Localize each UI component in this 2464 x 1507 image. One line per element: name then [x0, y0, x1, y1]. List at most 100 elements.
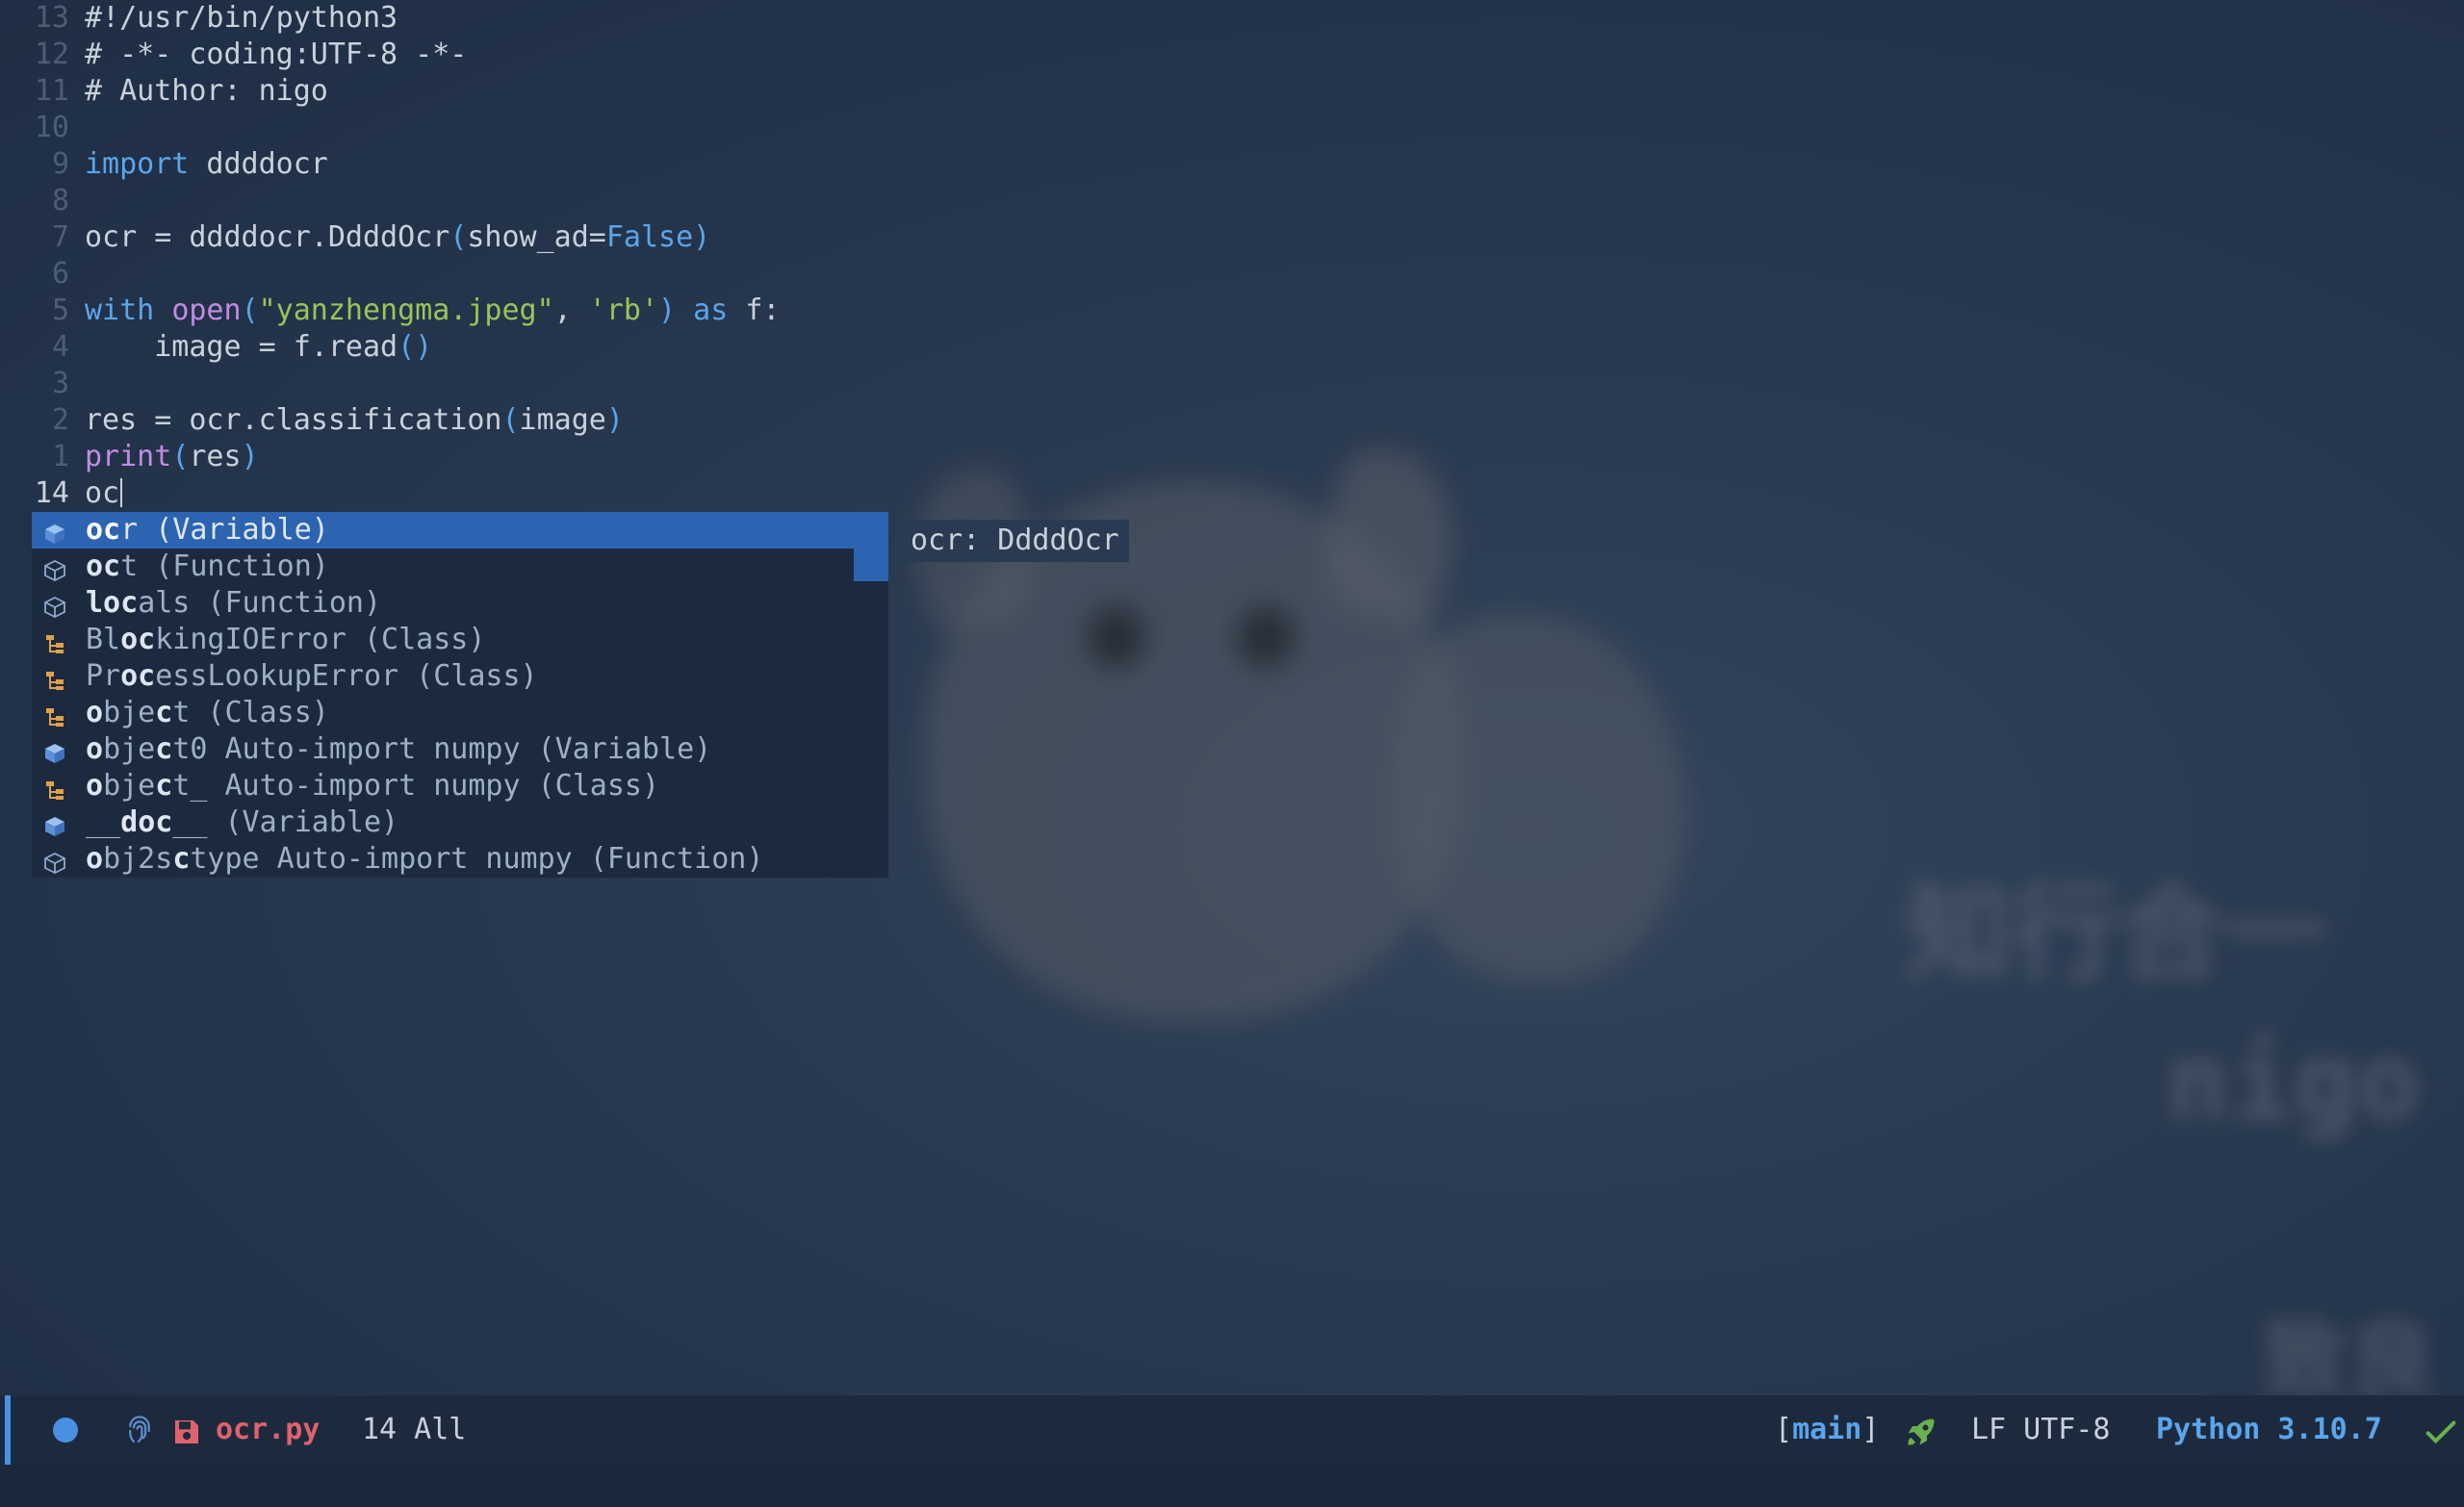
completion-label: locals (Function) [86, 585, 381, 622]
code-line[interactable]: 1 print(res) [0, 439, 2464, 475]
variable-icon [43, 738, 66, 763]
code-line[interactable]: 6 [0, 256, 2464, 293]
completion-item[interactable]: locals (Function) [32, 585, 855, 622]
code-token: ( [241, 294, 259, 327]
code-text: image = f.read() [85, 329, 432, 366]
code-text: # Author: nigo [85, 73, 328, 110]
code-line[interactable]: 3 [0, 366, 2464, 402]
code-line[interactable]: 11 # Author: nigo [0, 73, 2464, 110]
branch-bracket: ] [1861, 1413, 1880, 1446]
line-number: 6 [51, 257, 69, 291]
completion-match: oc [120, 623, 156, 656]
line-number: 11 [34, 74, 69, 108]
completion-doc-popup: ocr: DdddOcr [901, 520, 1129, 562]
line-number: 13 [34, 1, 69, 35]
fingerprint-icon [129, 1416, 150, 1443]
code-line[interactable]: 13 #!/usr/bin/python3 [0, 0, 2464, 37]
completion-item[interactable]: oct (Function) [32, 549, 855, 585]
line-number: 1 [51, 440, 69, 473]
completion-label: __doc__ (Variable) [86, 805, 398, 841]
completion-text: t0 Auto-import numpy (Variable) [172, 732, 712, 766]
code-text: with open("yanzhengma.jpeg", 'rb') as f: [85, 293, 780, 329]
branch-bracket: [ [1775, 1413, 1793, 1446]
code-token: res = ocr.classification [85, 403, 502, 437]
variable-icon [43, 519, 66, 544]
completion-label: ProcessLookupError (Class) [86, 658, 538, 695]
code-line[interactable]: 4 image = f.read() [0, 329, 2464, 366]
completion-label: BlockingIOError (Class) [86, 622, 485, 658]
function-icon [43, 592, 66, 619]
completion-popup[interactable]: obj2sctype Auto-import numpy (Function) _… [32, 512, 888, 878]
code-token: image [519, 403, 606, 437]
code-token: ) [658, 294, 677, 327]
code-text: # -*- coding:UTF-8 -*- [85, 37, 467, 73]
completion-text: __ [86, 805, 121, 839]
line-number: 7 [51, 220, 69, 254]
code-token: print [85, 440, 172, 473]
completion-text: t (Function) [120, 549, 329, 583]
code-line[interactable]: 9 import ddddocr [0, 146, 2464, 183]
save-icon [175, 1420, 198, 1443]
class-icon [43, 665, 66, 690]
completion-item[interactable]: ocr (Variable) [32, 512, 855, 549]
completion-text: essLookupError (Class) [155, 659, 538, 693]
code-token: # -*- coding:UTF-8 -*- [85, 38, 468, 71]
branch-name: main [1792, 1413, 1862, 1446]
code-token: show_ad= [467, 220, 606, 254]
code-text: ocr = ddddocr.DdddOcr(show_ad=False) [85, 219, 710, 256]
completion-item[interactable]: object_ Auto-import numpy (Class) [32, 768, 855, 805]
completion-text: kingIOError (Class) [155, 623, 486, 656]
code-token: with [85, 294, 155, 327]
completion-match: d [120, 805, 139, 839]
code-line[interactable]: 12 # -*- coding:UTF-8 -*- [0, 37, 2464, 73]
line-number: 2 [51, 403, 69, 437]
code-token: open [171, 294, 242, 327]
minibuffer[interactable] [0, 1465, 2464, 1507]
completion-item[interactable]: BlockingIOError (Class) [32, 622, 855, 658]
code-token: ( [501, 403, 520, 437]
code-line[interactable]: 7 ocr = ddddocr.DdddOcr(show_ad=False) [0, 219, 2464, 256]
completion-text: Pr [86, 659, 121, 693]
code-token: , [553, 294, 589, 327]
completion-match: c [172, 842, 191, 876]
completion-item[interactable]: object0 Auto-import numpy (Variable) [32, 731, 855, 768]
code-line[interactable]: 10 [0, 110, 2464, 146]
statusbar-filename[interactable]: ocr.py [216, 1395, 320, 1465]
desktop-wallpaper: 知行合一 nigo 致良 13 #!/usr/bin/python3 12 # -*-… [0, 0, 2464, 1507]
code-line[interactable]: 5 with open("yanzhengma.jpeg", 'rb') as f… [0, 293, 2464, 329]
code-text: res = ocr.classification(image) [85, 402, 624, 439]
completion-text: t (Class) [172, 696, 329, 729]
completion-text: bje [103, 732, 156, 766]
code-line[interactable]: 14 oc [0, 475, 2464, 512]
completion-label: obj2sctype Auto-import numpy (Function) [86, 841, 763, 878]
completion-label: ocr (Variable) [86, 512, 329, 549]
line-number: 10 [34, 111, 69, 144]
completion-label: object0 Auto-import numpy (Variable) [86, 731, 711, 768]
completion-text: t_ Auto-import numpy (Class) [172, 769, 660, 803]
text-cursor [120, 478, 123, 507]
code-token: import [85, 147, 190, 181]
completion-item[interactable]: ProcessLookupError (Class) [32, 658, 855, 695]
code-token: ocr = ddddocr.DdddOcr [85, 220, 450, 254]
completion-item[interactable]: __doc__ (Variable) [32, 805, 855, 841]
statusbar-python-version[interactable]: Python 3.10.7 [2156, 1395, 2382, 1465]
completion-text: r (Variable) [120, 513, 329, 547]
statusbar-branch[interactable]: [main] [1775, 1395, 1879, 1465]
rocket-icon [1908, 1418, 1935, 1445]
completion-text: bje [103, 696, 156, 729]
code-text: oc [85, 475, 123, 512]
completion-item[interactable]: obj2sctype Auto-import numpy (Function) [32, 841, 855, 878]
code-line[interactable]: 2 res = ocr.classification(image) [0, 402, 2464, 439]
code-token: # Author: nigo [85, 74, 328, 108]
completion-text: __ (Variable) [172, 805, 399, 839]
completion-item[interactable]: object (Class) [32, 695, 855, 731]
class-icon [43, 775, 66, 800]
code-token: "yanzhengma.jpeg" [258, 294, 554, 327]
completion-scrollbar[interactable] [854, 512, 888, 581]
code-token: ) [241, 440, 259, 473]
code-line[interactable]: 8 [0, 183, 2464, 219]
function-icon [43, 848, 66, 875]
completion-text: als (Function) [138, 586, 382, 620]
line-number: 4 [51, 330, 69, 364]
statusbar-encoding[interactable]: LF UTF-8 [1971, 1395, 2111, 1465]
